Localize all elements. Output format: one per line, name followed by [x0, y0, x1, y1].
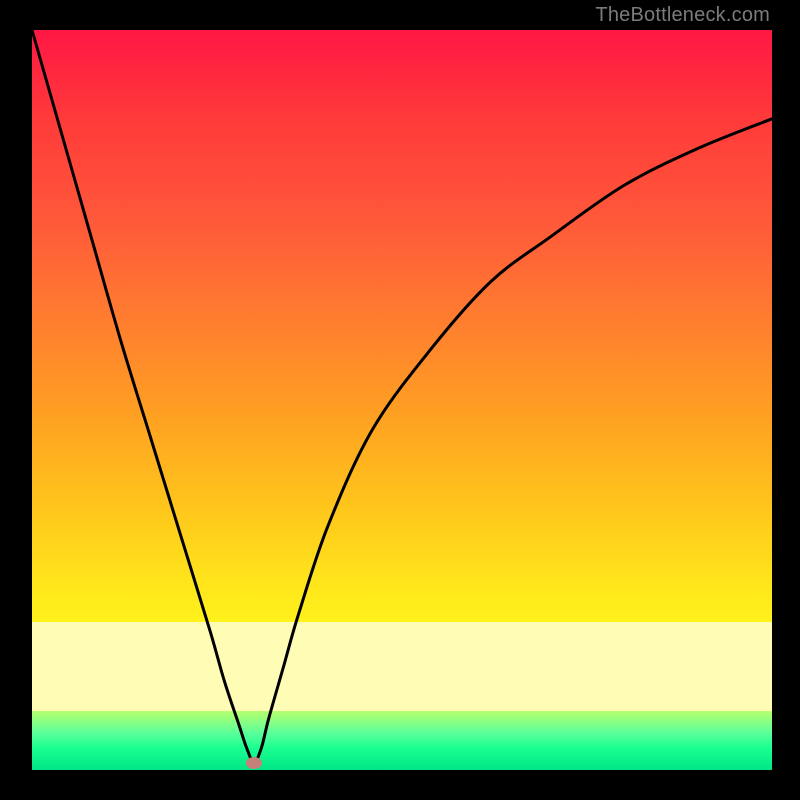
plot-area	[32, 30, 772, 770]
optimal-point-marker	[246, 757, 262, 769]
bottleneck-curve	[32, 30, 772, 770]
chart-frame: TheBottleneck.com	[0, 0, 800, 800]
watermark-text: TheBottleneck.com	[595, 4, 770, 27]
